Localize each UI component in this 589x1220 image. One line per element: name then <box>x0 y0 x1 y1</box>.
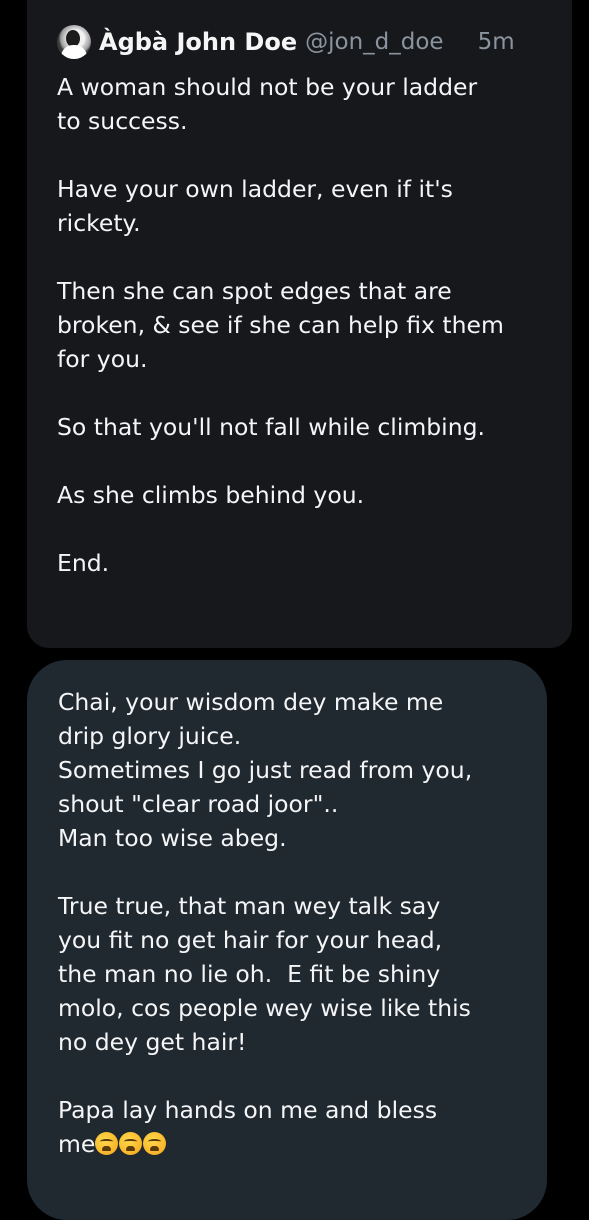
reply-text: Chai, your wisdom dey make me drip glory… <box>58 688 473 1158</box>
author-handle[interactable]: @jon_d_doe <box>305 29 443 55</box>
weary-face-emoji-icon <box>95 1132 119 1155</box>
weary-face-emoji-icon <box>143 1132 167 1155</box>
quoted-post-header: Àgbà John Doe @jon_d_doe 5m <box>57 22 557 62</box>
avatar[interactable] <box>57 25 91 59</box>
avatar-body-shape <box>61 45 87 59</box>
reply-text-block: Chai, your wisdom dey make me drip glory… <box>58 685 472 1161</box>
quoted-post-text: A woman should not be your ladder to suc… <box>57 73 504 577</box>
weary-face-emoji-icon <box>119 1132 143 1155</box>
post-timestamp: 5m <box>477 29 515 55</box>
author-display-name[interactable]: Àgbà John Doe <box>99 28 297 56</box>
